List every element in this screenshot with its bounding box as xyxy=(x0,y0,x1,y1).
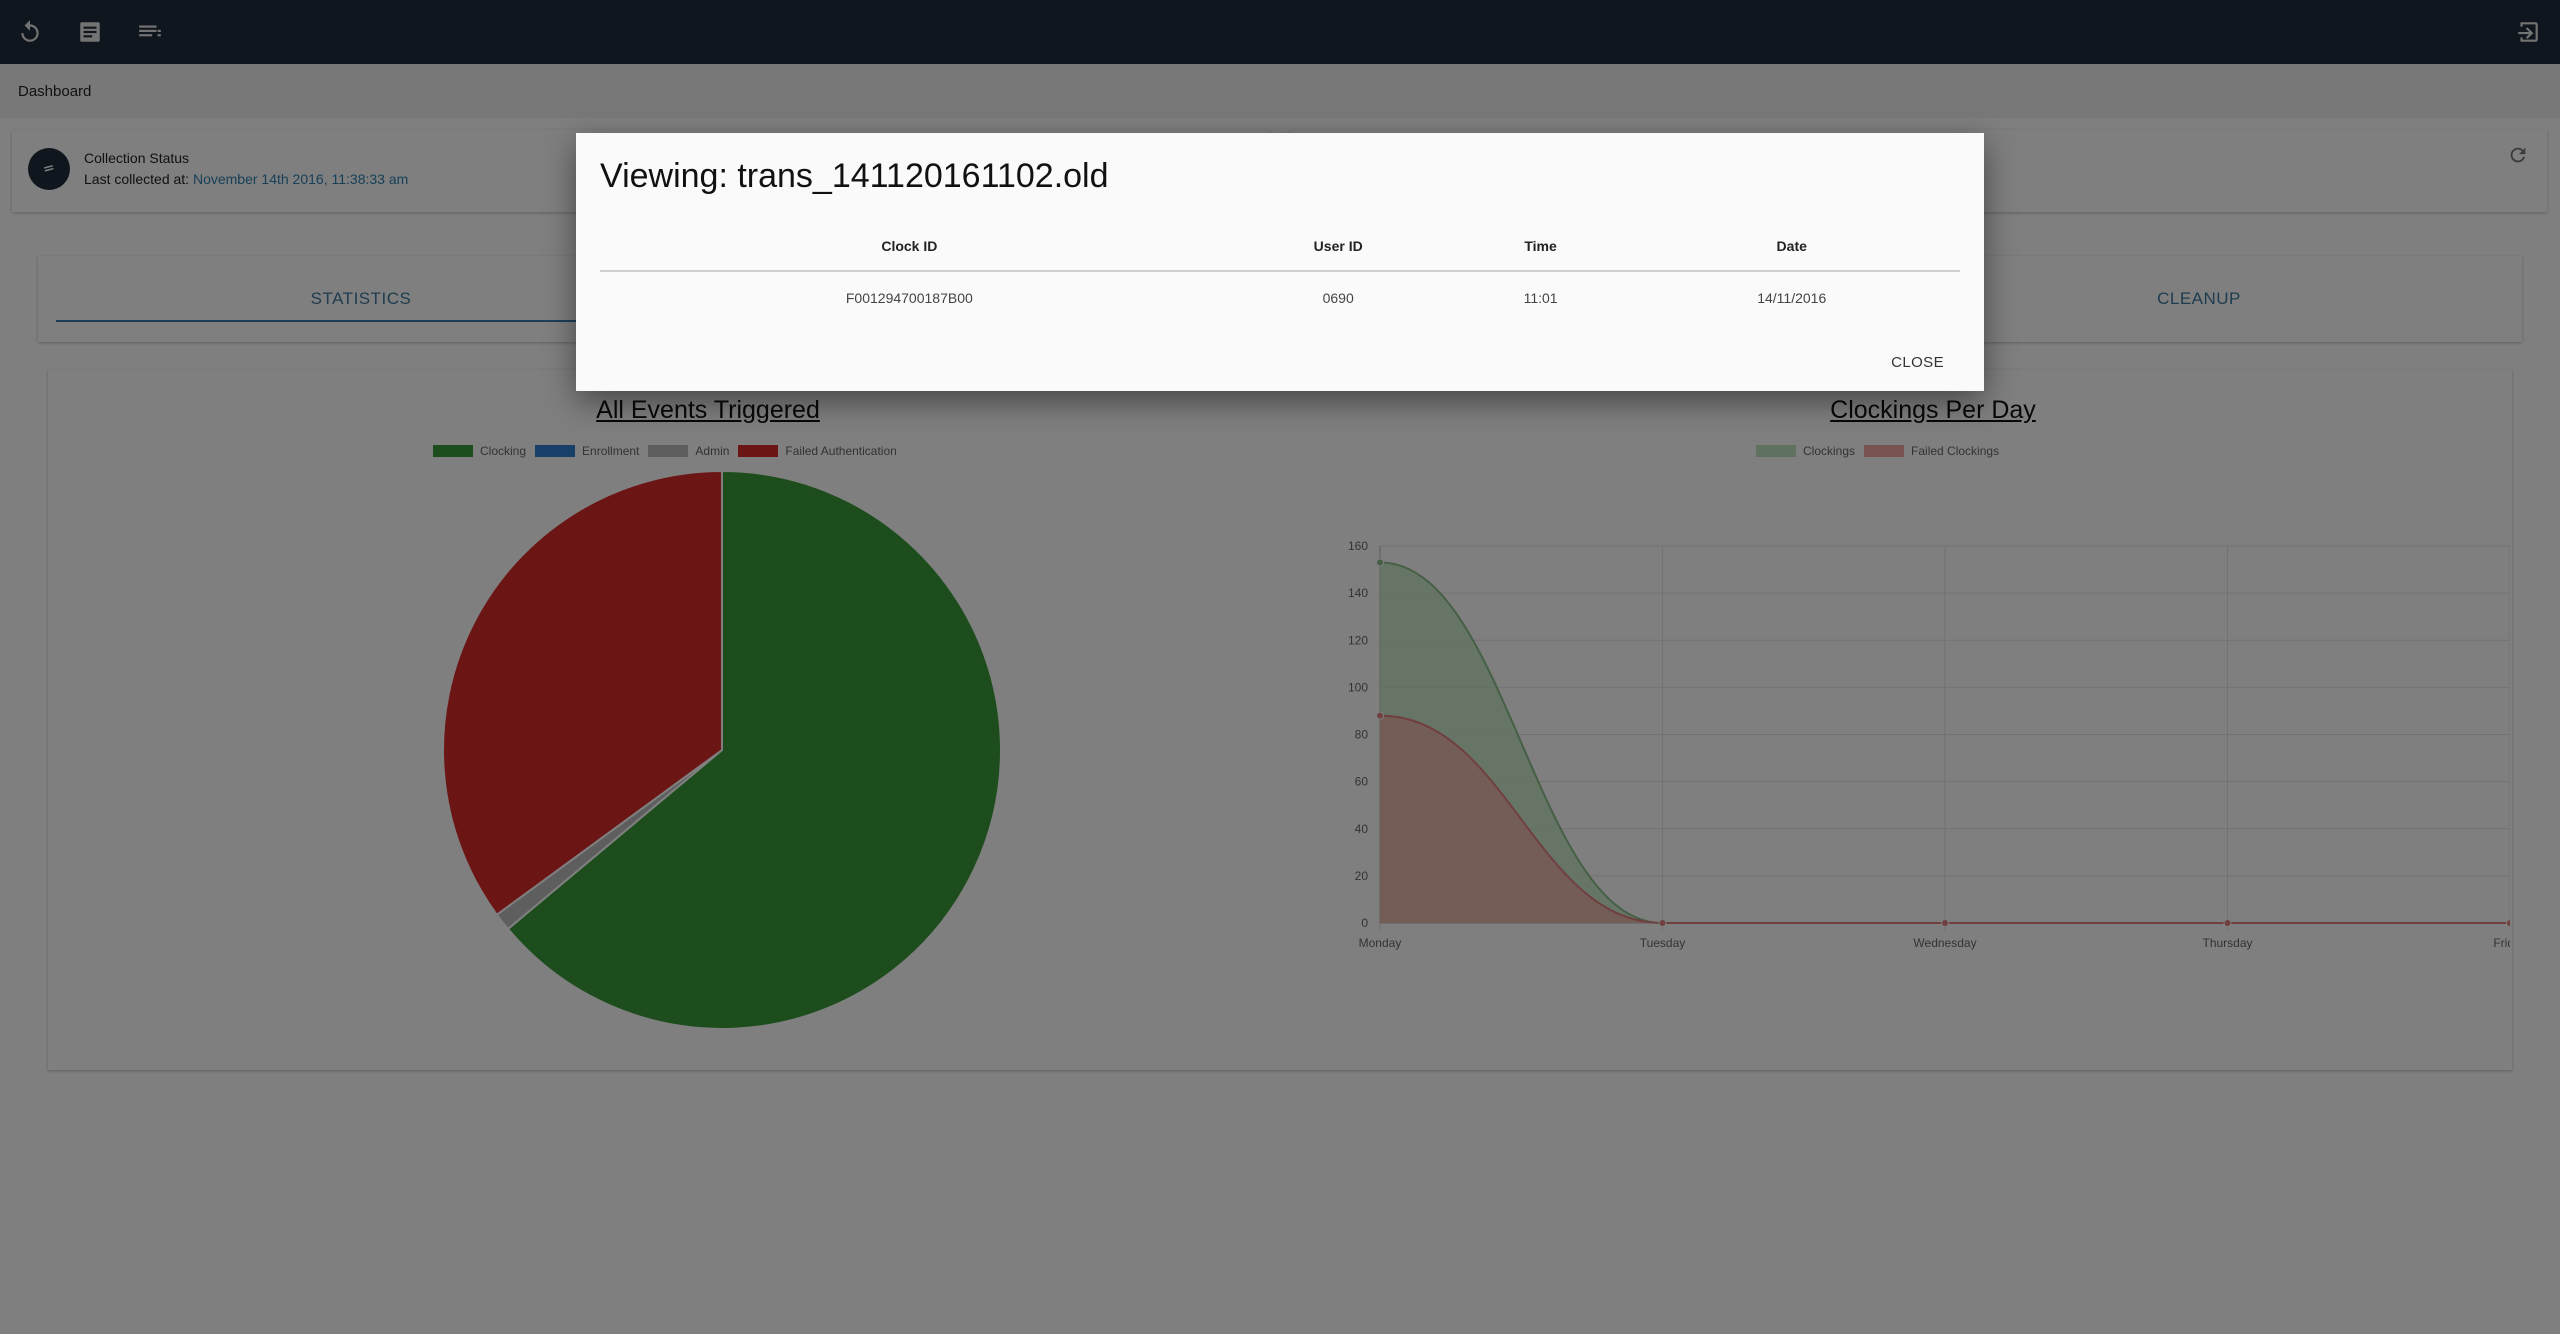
modal-title: Viewing: trans_141120161102.old xyxy=(600,157,1109,195)
cell-user-id: 0690 xyxy=(1322,289,1354,306)
cell-clock-id: F001294700187B00 xyxy=(845,289,973,306)
close-button[interactable]: CLOSE xyxy=(1887,350,1948,375)
table-row: F001294700187B00 0690 11:01 14/11/2016 xyxy=(600,271,1960,323)
cell-time: 11:01 xyxy=(1523,289,1558,306)
column-header-clock-id: Clock ID xyxy=(600,221,1219,272)
file-view-modal: Viewing: trans_141120161102.old Clock ID… xyxy=(576,133,1984,391)
column-header-time: Time xyxy=(1457,221,1624,272)
transactions-table: Clock ID User ID Time Date F001294700187… xyxy=(600,221,1960,323)
column-header-user-id: User ID xyxy=(1218,221,1458,272)
cell-date: 14/11/2016 xyxy=(1757,289,1827,306)
column-header-date: Date xyxy=(1623,221,1960,272)
table-header-row: Clock ID User ID Time Date xyxy=(600,221,1960,272)
